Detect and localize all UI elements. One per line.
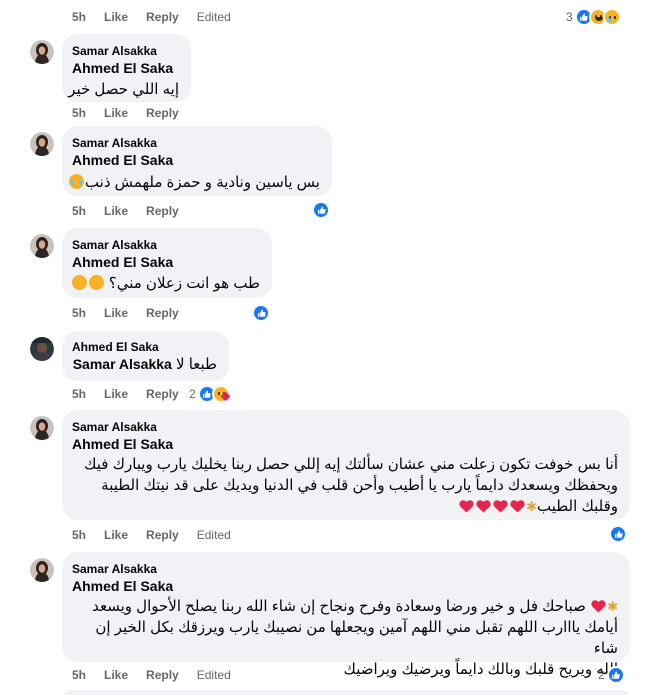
timestamp[interactable]: 5h bbox=[72, 668, 86, 684]
like-link[interactable]: Like bbox=[104, 528, 128, 544]
comment-actions: 5h Like Reply Edited bbox=[72, 528, 231, 544]
reply-tag[interactable]: Ahmed El Saka bbox=[72, 254, 173, 270]
comment-author[interactable]: Ahmed El Saka bbox=[72, 340, 159, 354]
comment-actions: 5h Like Reply Edited bbox=[72, 10, 231, 26]
comment-text-content: صباحك فل و خير ورضا وسعادة وفرح ونجاح إن… bbox=[92, 598, 586, 615]
avatar[interactable] bbox=[30, 416, 54, 440]
comment-bubble: Samar Alsakka Ahmed El Saka طب هو انت زع… bbox=[62, 228, 272, 298]
comment-actions: 5h Like Reply bbox=[72, 204, 179, 220]
reaction-count: 3 bbox=[566, 10, 573, 24]
reactions-summary[interactable] bbox=[252, 304, 270, 322]
comment-actions: 5h Like Reply bbox=[72, 306, 179, 322]
reaction-count: 2 bbox=[189, 387, 196, 401]
timestamp[interactable]: 5h bbox=[72, 204, 86, 220]
heart-emoji-icon bbox=[459, 498, 474, 512]
comment-text-line: وقلبك الطيب✱ bbox=[72, 496, 618, 517]
comment-author[interactable]: Samar Alsakka bbox=[72, 562, 157, 576]
comment-text-content: طب هو انت زعلان مني؟ bbox=[108, 275, 260, 292]
like-link[interactable]: Like bbox=[104, 306, 128, 322]
avatar[interactable] bbox=[30, 558, 54, 582]
edited-label: Edited bbox=[196, 10, 231, 24]
comment-text: أنا بس خوفت تكون زعلت مني عشان سألتك إيه… bbox=[72, 454, 618, 517]
comment-text: بس ياسين ونادية و حمزة ملهمش ذنب bbox=[68, 172, 320, 193]
heart-emoji-icon bbox=[591, 598, 606, 612]
timestamp[interactable]: 5h bbox=[72, 387, 86, 403]
comment-text: طب هو انت زعلان مني؟ bbox=[71, 273, 260, 294]
comment-text-content: بس ياسين ونادية و حمزة ملهمش ذنب bbox=[84, 174, 320, 191]
avatar[interactable] bbox=[30, 132, 54, 156]
comment-actions: 5h Like Reply bbox=[72, 387, 179, 403]
like-reaction-icon bbox=[606, 666, 625, 684]
reply-link[interactable]: Reply bbox=[146, 387, 179, 403]
pray-emoji-icon: ✱ bbox=[607, 599, 618, 614]
timestamp[interactable]: 5h bbox=[72, 10, 86, 26]
reply-tag[interactable]: Ahmed El Saka bbox=[72, 60, 173, 76]
like-reaction-icon bbox=[609, 525, 627, 543]
reply-tag[interactable]: Ahmed El Saka bbox=[72, 436, 173, 452]
comment-author[interactable]: Samar Alsakka bbox=[72, 420, 157, 434]
reply-link[interactable]: Reply bbox=[146, 204, 179, 220]
heart-emoji-icon bbox=[510, 498, 525, 512]
edited-label: Edited bbox=[196, 668, 231, 682]
reactions-summary[interactable]: 3 bbox=[566, 8, 621, 26]
reply-tag[interactable]: Samar Alsakka bbox=[73, 356, 172, 372]
reply-link[interactable]: Reply bbox=[146, 306, 179, 322]
comment-bubble: Samar Alsakka Ahmed El Saka بس ياسين ونا… bbox=[62, 126, 332, 196]
reactions-summary[interactable]: 2 bbox=[598, 666, 625, 684]
timestamp[interactable]: 5h bbox=[72, 528, 86, 544]
heart-emoji-icon bbox=[476, 498, 491, 512]
heart-emoji-icon bbox=[493, 498, 508, 512]
like-link[interactable]: Like bbox=[104, 10, 128, 26]
comment-bubble-partial bbox=[62, 690, 630, 695]
comment-bubble: Samar Alsakka Ahmed El Saka إيه اللي حصل… bbox=[62, 34, 191, 102]
comment-text: طبعا لا Samar Alsakka bbox=[72, 354, 217, 375]
pensive-emoji-icon bbox=[71, 275, 87, 290]
comment-author[interactable]: Samar Alsakka bbox=[72, 44, 157, 58]
comment-text: إيه اللي حصل خير bbox=[68, 81, 179, 98]
comment-bubble: Samar Alsakka Ahmed El Saka ✱ صباحك فل و… bbox=[62, 552, 630, 678]
timestamp[interactable]: 5h bbox=[72, 106, 86, 122]
reactions-summary[interactable] bbox=[312, 201, 330, 219]
pray-emoji-icon: ✱ bbox=[526, 499, 537, 514]
avatar[interactable] bbox=[30, 337, 54, 361]
comment-actions: 5h Like Reply bbox=[72, 106, 179, 122]
comment-text-line: أنا بس خوفت تكون زعلت مني عشان سألتك إيه… bbox=[84, 456, 618, 473]
reply-link[interactable]: Reply bbox=[146, 10, 179, 26]
like-link[interactable]: Like bbox=[104, 387, 128, 403]
comment-bubble: Samar Alsakka Ahmed El Saka أنا بس خوفت … bbox=[62, 410, 630, 520]
reply-tag[interactable]: Ahmed El Saka bbox=[72, 578, 173, 594]
crying-emoji-icon bbox=[68, 174, 84, 189]
sad-reaction-icon bbox=[602, 8, 621, 26]
reply-link[interactable]: Reply bbox=[146, 106, 179, 122]
like-reaction-icon bbox=[312, 201, 330, 219]
comment-bubble: Ahmed El Saka طبعا لا Samar Alsakka bbox=[62, 331, 229, 381]
comment-text-content: طبعا لا bbox=[176, 356, 217, 373]
reply-link[interactable]: Reply bbox=[146, 668, 179, 684]
like-link[interactable]: Like bbox=[104, 106, 128, 122]
comment-author[interactable]: Samar Alsakka bbox=[72, 238, 157, 252]
avatar[interactable] bbox=[30, 40, 54, 64]
avatar[interactable] bbox=[30, 234, 54, 258]
like-link[interactable]: Like bbox=[104, 204, 128, 220]
reply-tag[interactable]: Ahmed El Saka bbox=[72, 152, 173, 168]
comment-text-line: أيامك يااارب اللهم تقبل مني اللهم آمين و… bbox=[95, 619, 618, 657]
reactions-summary[interactable] bbox=[609, 525, 627, 543]
like-link[interactable]: Like bbox=[104, 668, 128, 684]
comment-author[interactable]: Samar Alsakka bbox=[72, 136, 157, 150]
like-reaction-icon bbox=[252, 304, 270, 322]
timestamp[interactable]: 5h bbox=[72, 306, 86, 322]
comment-text-content: وقلبك الطيب bbox=[536, 498, 618, 515]
reply-link[interactable]: Reply bbox=[146, 528, 179, 544]
edited-label: Edited bbox=[196, 528, 231, 542]
comment-actions: 5h Like Reply Edited bbox=[72, 668, 231, 684]
thinking-emoji-icon bbox=[88, 275, 104, 290]
care-reaction-icon bbox=[211, 385, 231, 403]
comment-text-line: ويحفظك ويسعدك دايماً يارب يا أطيب وأحن ق… bbox=[101, 477, 618, 494]
comment-text-line: ✱ صباحك فل و خير ورضا وسعادة وفرح ونجاح … bbox=[72, 596, 618, 617]
reaction-count: 2 bbox=[598, 668, 605, 682]
reactions-summary[interactable]: 2 bbox=[189, 385, 231, 403]
